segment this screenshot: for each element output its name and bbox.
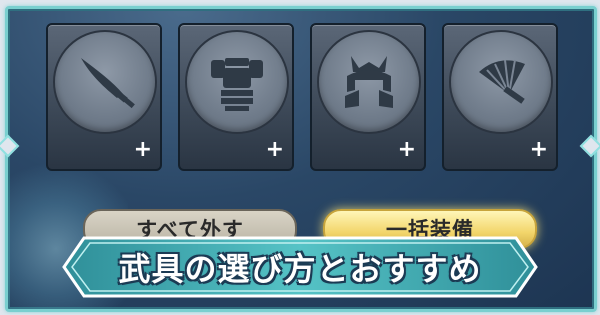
equipment-slot-armor[interactable]: + bbox=[178, 23, 294, 171]
add-plus-icon[interactable]: + bbox=[530, 139, 548, 161]
slot-icon-circle bbox=[185, 30, 289, 134]
equipment-slot-helmet[interactable]: + bbox=[310, 23, 426, 171]
add-plus-icon[interactable]: + bbox=[266, 139, 284, 161]
fan-icon bbox=[479, 59, 525, 104]
add-plus-icon[interactable]: + bbox=[398, 139, 416, 161]
add-plus-icon[interactable]: + bbox=[134, 139, 152, 161]
equipment-slot-weapon[interactable]: + bbox=[46, 23, 162, 171]
slot-icon-circle bbox=[449, 30, 553, 134]
slot-icon-circle bbox=[317, 30, 421, 134]
equipment-slot-accessory[interactable]: + bbox=[442, 23, 558, 171]
title-banner: 武具の選び方とおすすめ bbox=[62, 236, 538, 298]
banner-title: 武具の選び方とおすすめ bbox=[118, 250, 482, 288]
sword-icon bbox=[81, 58, 135, 109]
slot-icon-circle bbox=[53, 30, 157, 134]
armor-icon bbox=[211, 58, 263, 111]
helmet-icon bbox=[345, 56, 393, 108]
